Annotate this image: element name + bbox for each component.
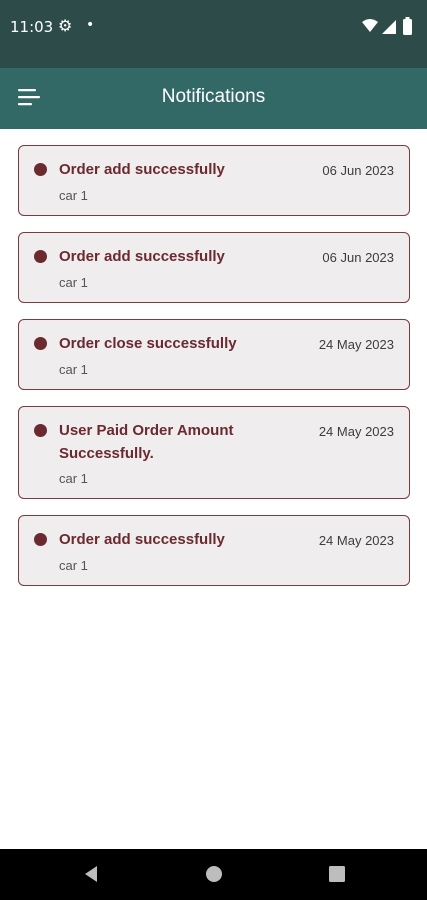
wifi-icon (362, 19, 378, 32)
gear-icon: ⚙ (58, 16, 73, 35)
unread-dot-icon (34, 424, 47, 437)
unread-dot-icon (34, 163, 47, 176)
notification-subtitle: car 1 (59, 471, 88, 486)
notification-subtitle: car 1 (59, 558, 88, 573)
status-time: 11:03 (10, 18, 54, 36)
notification-date: 06 Jun 2023 (322, 163, 394, 178)
notification-card[interactable]: Order add successfully 06 Jun 2023 car 1 (18, 232, 410, 303)
status-bar: 11:03 ⚙ • (0, 0, 427, 68)
notification-list: Order add successfully 06 Jun 2023 car 1… (18, 145, 410, 602)
notification-card[interactable]: Order add successfully 24 May 2023 car 1 (18, 515, 410, 586)
notification-subtitle: car 1 (59, 188, 88, 203)
notification-date: 24 May 2023 (318, 533, 394, 548)
notification-card[interactable]: User Paid Order Amount Successfully. 24 … (18, 406, 410, 499)
notification-card[interactable]: Order close successfully 24 May 2023 car… (18, 319, 410, 390)
unread-dot-icon (34, 533, 47, 546)
recents-icon[interactable] (328, 865, 346, 883)
notification-subtitle: car 1 (59, 275, 88, 290)
notification-card[interactable]: Order add successfully 06 Jun 2023 car 1 (18, 145, 410, 216)
page-title: Notifications (161, 86, 266, 107)
notification-dot: • (86, 17, 95, 33)
notification-date: 24 May 2023 (318, 424, 394, 439)
notification-date: 06 Jun 2023 (322, 250, 394, 265)
signal-icon (382, 20, 396, 34)
notification-title: User Paid Order Amount Successfully. (59, 422, 234, 462)
notification-title: Order close successfully (59, 335, 237, 352)
system-nav-bar (0, 849, 427, 900)
notification-title: Order add successfully (59, 531, 225, 548)
app-bar: Notifications (0, 68, 427, 129)
unread-dot-icon (34, 337, 47, 350)
notification-title: Order add successfully (59, 161, 225, 178)
notification-subtitle: car 1 (59, 362, 88, 377)
battery-icon (403, 19, 412, 35)
home-icon[interactable] (205, 865, 223, 883)
status-icons (362, 17, 412, 35)
notification-date: 24 May 2023 (318, 337, 394, 352)
back-icon[interactable] (82, 865, 100, 883)
notification-title: Order add successfully (59, 248, 225, 265)
unread-dot-icon (34, 250, 47, 263)
